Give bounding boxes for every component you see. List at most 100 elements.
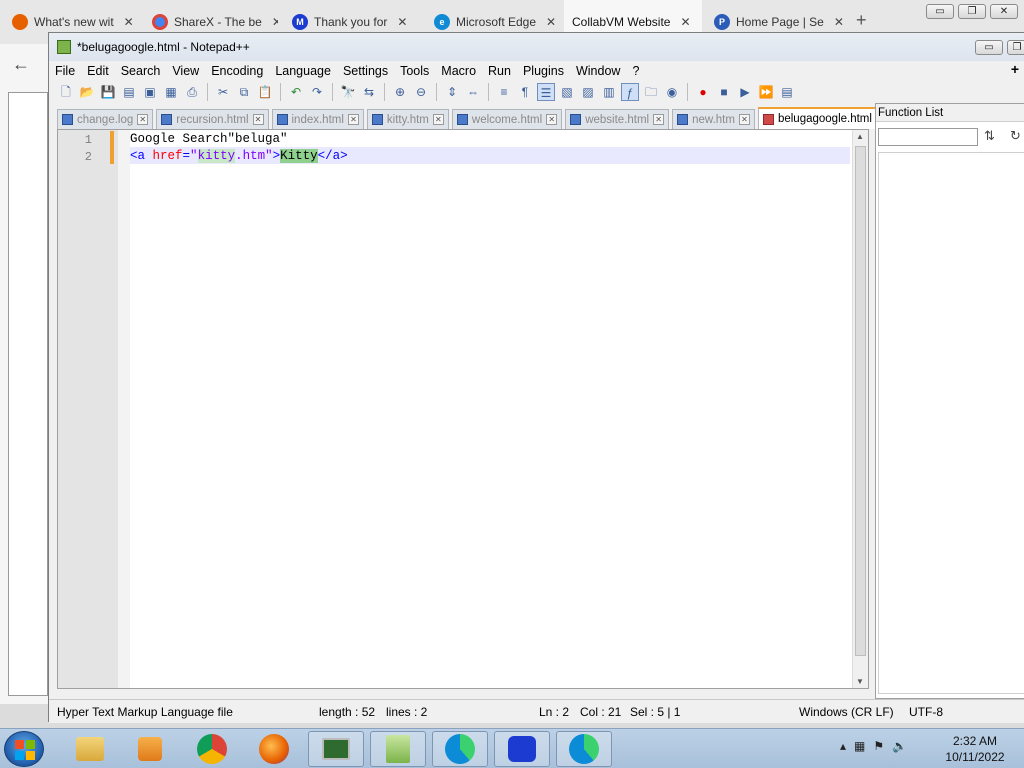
- file-tab-kitty[interactable]: kitty.htm ✕: [366, 109, 449, 129]
- file-tab-new[interactable]: new.htm ✕: [672, 109, 755, 129]
- file-tab-recursion[interactable]: recursion.html ✕: [156, 109, 269, 129]
- network-icon[interactable]: ▦: [854, 739, 865, 753]
- file-tab-change-log[interactable]: change.log ✕: [57, 109, 154, 129]
- menu-search[interactable]: Search: [115, 64, 167, 78]
- copy-icon[interactable]: ⧉: [235, 83, 253, 101]
- file-tab-label: change.log: [77, 113, 134, 126]
- close-icon[interactable]: ✕: [272, 15, 278, 29]
- show-hidden-icons-icon[interactable]: ▴: [840, 739, 846, 753]
- close-icon[interactable]: ✕: [738, 114, 750, 125]
- open-file-icon[interactable]: 📂: [78, 83, 96, 101]
- menu-run[interactable]: Run: [482, 64, 517, 78]
- reload-icon[interactable]: ↻: [1010, 128, 1021, 144]
- clock[interactable]: 2:32 AM 10/11/2022: [940, 733, 1010, 765]
- close-icon[interactable]: ✕: [397, 15, 407, 29]
- menu-tools[interactable]: Tools: [394, 64, 435, 78]
- close-button[interactable]: ✕: [990, 4, 1018, 19]
- replace-icon[interactable]: ⇆: [360, 83, 378, 101]
- new-file-icon[interactable]: 🗋: [57, 83, 75, 101]
- menu-help[interactable]: ?: [626, 64, 645, 78]
- close-icon[interactable]: ✕: [834, 15, 844, 29]
- menu-window[interactable]: Window: [570, 64, 626, 78]
- close-icon[interactable]: ✕: [653, 114, 665, 125]
- close-icon[interactable]: ✕: [546, 15, 556, 29]
- sort-az-icon[interactable]: ⇅: [984, 128, 995, 144]
- vertical-scrollbar[interactable]: ▲ ▼: [852, 130, 868, 688]
- indent-guide-icon[interactable]: ☰: [537, 83, 555, 101]
- scroll-up-icon[interactable]: ▲: [856, 132, 864, 141]
- start-button[interactable]: [4, 731, 44, 767]
- zoom-out-icon[interactable]: ⊖: [412, 83, 430, 101]
- status-eol: Windows (CR LF): [799, 705, 894, 719]
- close-icon[interactable]: ✕: [546, 114, 558, 125]
- menu-file[interactable]: File: [49, 64, 81, 78]
- close-all-icon[interactable]: ▦: [162, 83, 180, 101]
- scroll-down-icon[interactable]: ▼: [856, 677, 864, 686]
- file-tab-index[interactable]: index.html ✕: [271, 109, 364, 129]
- action-center-flag-icon[interactable]: ⚑: [873, 739, 884, 753]
- close-icon[interactable]: ✕: [680, 15, 690, 29]
- word-wrap-icon[interactable]: ≡: [495, 83, 513, 101]
- file-tab-website[interactable]: website.html ✕: [565, 109, 670, 129]
- close-icon[interactable]: ✕: [252, 114, 264, 125]
- stop-macro-icon[interactable]: ■: [715, 83, 733, 101]
- scroll-thumb[interactable]: [855, 146, 866, 656]
- notepadpp-icon[interactable]: [370, 731, 426, 767]
- close-icon[interactable]: ✕: [124, 15, 134, 29]
- menu-language[interactable]: Language: [269, 64, 337, 78]
- file-icon: [276, 114, 288, 125]
- cut-icon[interactable]: ✂: [214, 83, 232, 101]
- doc-list-icon[interactable]: ▥: [600, 83, 618, 101]
- back-arrow-icon[interactable]: ←: [12, 54, 30, 75]
- close-file-icon[interactable]: ▣: [141, 83, 159, 101]
- redo-icon[interactable]: ↷: [308, 83, 326, 101]
- code-editor[interactable]: 1 2 Google Search"beluga" <a href="kitty…: [57, 129, 869, 689]
- npp-restore-button[interactable]: ❐: [1007, 40, 1024, 55]
- monitoring-icon[interactable]: ◉: [663, 83, 681, 101]
- save-macro-icon[interactable]: ▤: [778, 83, 796, 101]
- function-list-icon[interactable]: ƒ: [621, 83, 639, 101]
- save-all-icon[interactable]: ▤: [120, 83, 138, 101]
- edge-icon[interactable]: [432, 731, 488, 767]
- menu-macro[interactable]: Macro: [435, 64, 482, 78]
- close-icon[interactable]: ✕: [432, 114, 444, 125]
- function-search-input[interactable]: [878, 128, 978, 146]
- menu-settings[interactable]: Settings: [337, 64, 394, 78]
- sync-horizontal-icon[interactable]: ⇔: [464, 83, 482, 101]
- minimize-button[interactable]: ▭: [926, 4, 954, 19]
- save-icon[interactable]: 💾: [99, 83, 117, 101]
- new-tab-button[interactable]: +: [856, 10, 867, 31]
- print-icon[interactable]: ⎙: [183, 83, 201, 101]
- play-macro-icon[interactable]: ▶: [736, 83, 754, 101]
- chrome-icon[interactable]: [184, 731, 240, 767]
- npp-minimize-button[interactable]: ▭: [975, 40, 1003, 55]
- restore-button[interactable]: ❐: [958, 4, 986, 19]
- media-player-icon[interactable]: [122, 731, 178, 767]
- record-macro-icon[interactable]: ●: [694, 83, 712, 101]
- file-tab-welcome[interactable]: welcome.html ✕: [451, 109, 563, 129]
- volume-icon[interactable]: 🔈: [892, 739, 907, 753]
- menu-edit[interactable]: Edit: [81, 64, 115, 78]
- user-lang-icon[interactable]: ▧: [558, 83, 576, 101]
- paste-icon[interactable]: 📋: [256, 83, 274, 101]
- close-icon[interactable]: ✕: [347, 114, 359, 125]
- explorer-icon[interactable]: [62, 731, 118, 767]
- menu-encoding[interactable]: Encoding: [205, 64, 269, 78]
- menu-plugins[interactable]: Plugins: [517, 64, 570, 78]
- doc-map-icon[interactable]: ▨: [579, 83, 597, 101]
- add-button[interactable]: +: [1011, 61, 1019, 77]
- close-icon[interactable]: ✕: [137, 114, 149, 125]
- firefox-icon[interactable]: [246, 731, 302, 767]
- task-manager-icon[interactable]: [308, 731, 364, 767]
- menu-view[interactable]: View: [166, 64, 205, 78]
- show-all-chars-icon[interactable]: ¶: [516, 83, 534, 101]
- folder-workspace-icon[interactable]: 🗀: [642, 83, 660, 101]
- file-tab-belugagoogle[interactable]: belugagoogle.html ✕: [757, 107, 892, 129]
- edge-alt-icon[interactable]: [556, 731, 612, 767]
- malwarebytes-icon[interactable]: [494, 731, 550, 767]
- sync-vertical-icon[interactable]: ⇕: [443, 83, 461, 101]
- run-macro-multiple-icon[interactable]: ⏩: [757, 83, 775, 101]
- undo-icon[interactable]: ↶: [287, 83, 305, 101]
- find-icon[interactable]: 🔭: [339, 83, 357, 101]
- zoom-in-icon[interactable]: ⊕: [391, 83, 409, 101]
